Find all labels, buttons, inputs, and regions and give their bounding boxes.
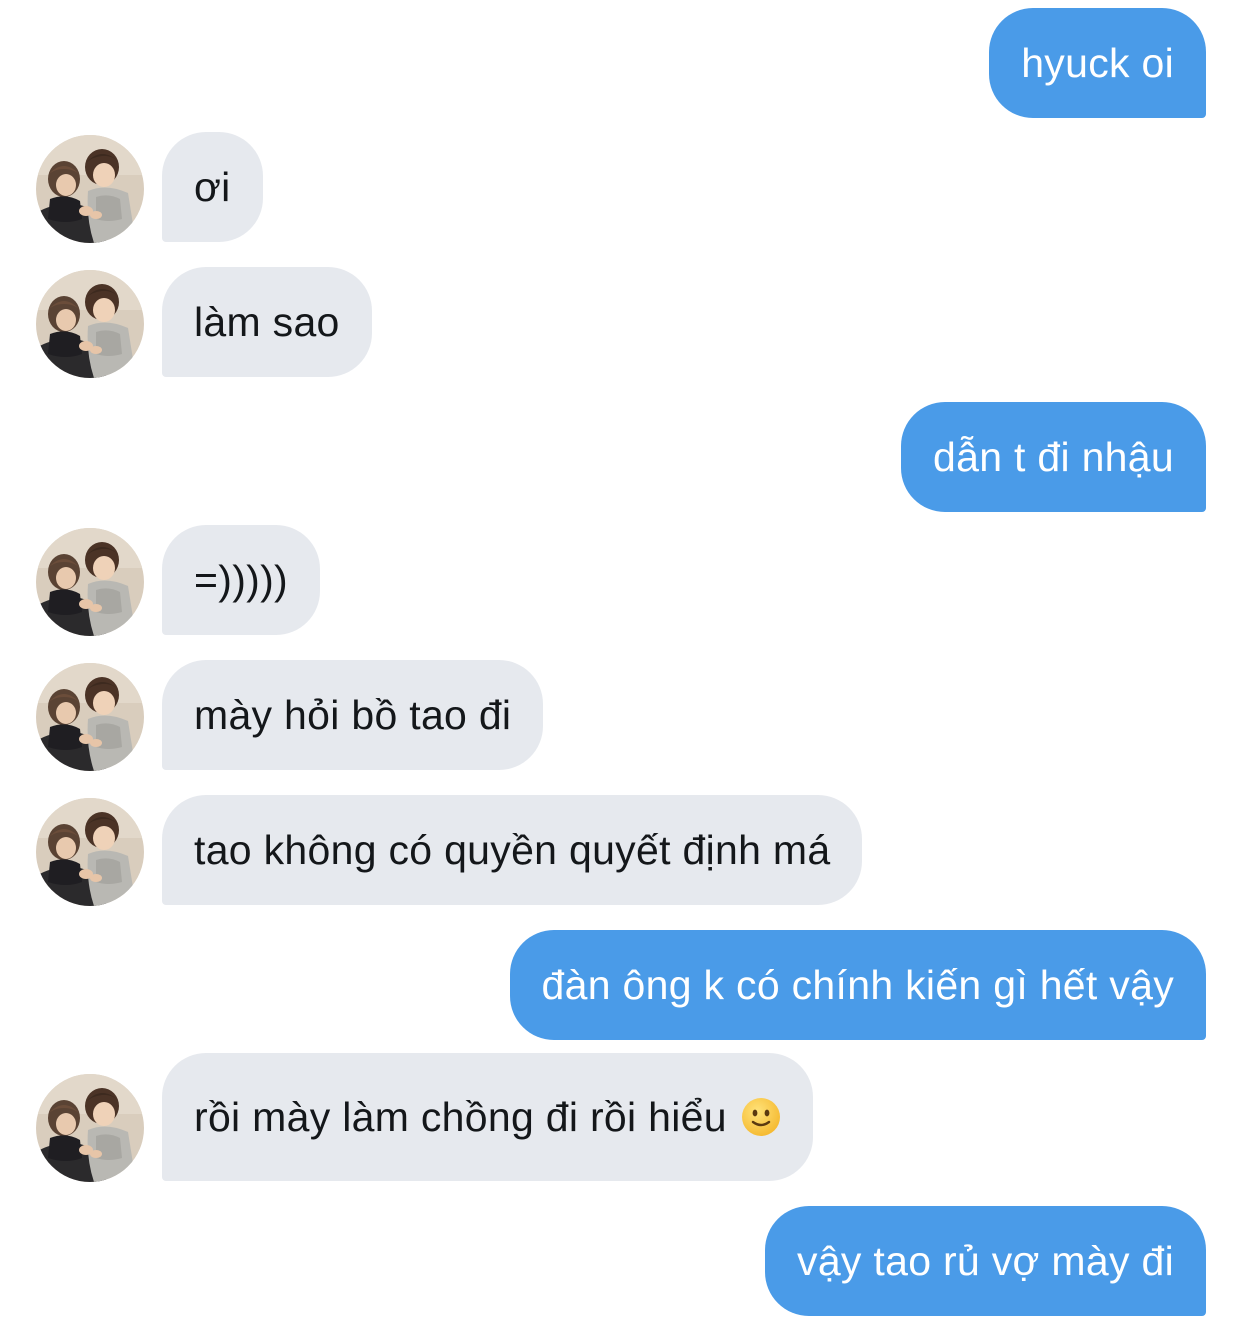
message-bubble-incoming[interactable]: tao không có quyền quyết định má bbox=[162, 795, 863, 905]
message-bubble-incoming[interactable]: rồi mày làm chồng đi rồi hiểu bbox=[162, 1053, 813, 1181]
avatar[interactable] bbox=[36, 270, 144, 378]
message-bubble-outgoing[interactable]: vậy tao rủ vợ mày đi bbox=[765, 1206, 1206, 1316]
message-text: mày hỏi bồ tao đi bbox=[194, 691, 512, 738]
message-text: dẫn t đi nhậu bbox=[933, 433, 1174, 480]
message-text: rồi mày làm chồng đi rồi hiểu bbox=[194, 1093, 727, 1140]
message-text: =))))) bbox=[194, 556, 289, 603]
avatar[interactable] bbox=[36, 663, 144, 771]
message-bubble-incoming[interactable]: =))))) bbox=[162, 525, 321, 635]
message-bubble-incoming[interactable]: ơi bbox=[162, 132, 263, 242]
message-text: tao không có quyền quyết định má bbox=[194, 826, 831, 873]
message-bubble-incoming[interactable]: mày hỏi bồ tao đi bbox=[162, 660, 544, 770]
message-text: đàn ông k có chính kiến gì hết vậy bbox=[541, 961, 1174, 1008]
message-bubble-incoming[interactable]: làm sao bbox=[162, 267, 372, 377]
avatar[interactable] bbox=[36, 798, 144, 906]
message-text: vậy tao rủ vợ mày đi bbox=[797, 1237, 1174, 1284]
message-bubble-outgoing[interactable]: đàn ông k có chính kiến gì hết vậy bbox=[509, 930, 1206, 1040]
avatar[interactable] bbox=[36, 135, 144, 243]
message-text: ơi bbox=[194, 163, 231, 210]
message-bubble-outgoing[interactable]: dẫn t đi nhậu bbox=[901, 402, 1206, 512]
slightly-smiling-face-icon bbox=[741, 1097, 781, 1137]
avatar[interactable] bbox=[36, 1074, 144, 1182]
message-text: làm sao bbox=[194, 298, 340, 345]
avatar[interactable] bbox=[36, 528, 144, 636]
message-bubble-outgoing[interactable]: hyuck oi bbox=[989, 8, 1206, 118]
chat-thread: hyuck oi ơi làm sao dẫn t đi nhậu =))))) bbox=[0, 0, 1242, 1327]
message-text: hyuck oi bbox=[1021, 39, 1174, 86]
